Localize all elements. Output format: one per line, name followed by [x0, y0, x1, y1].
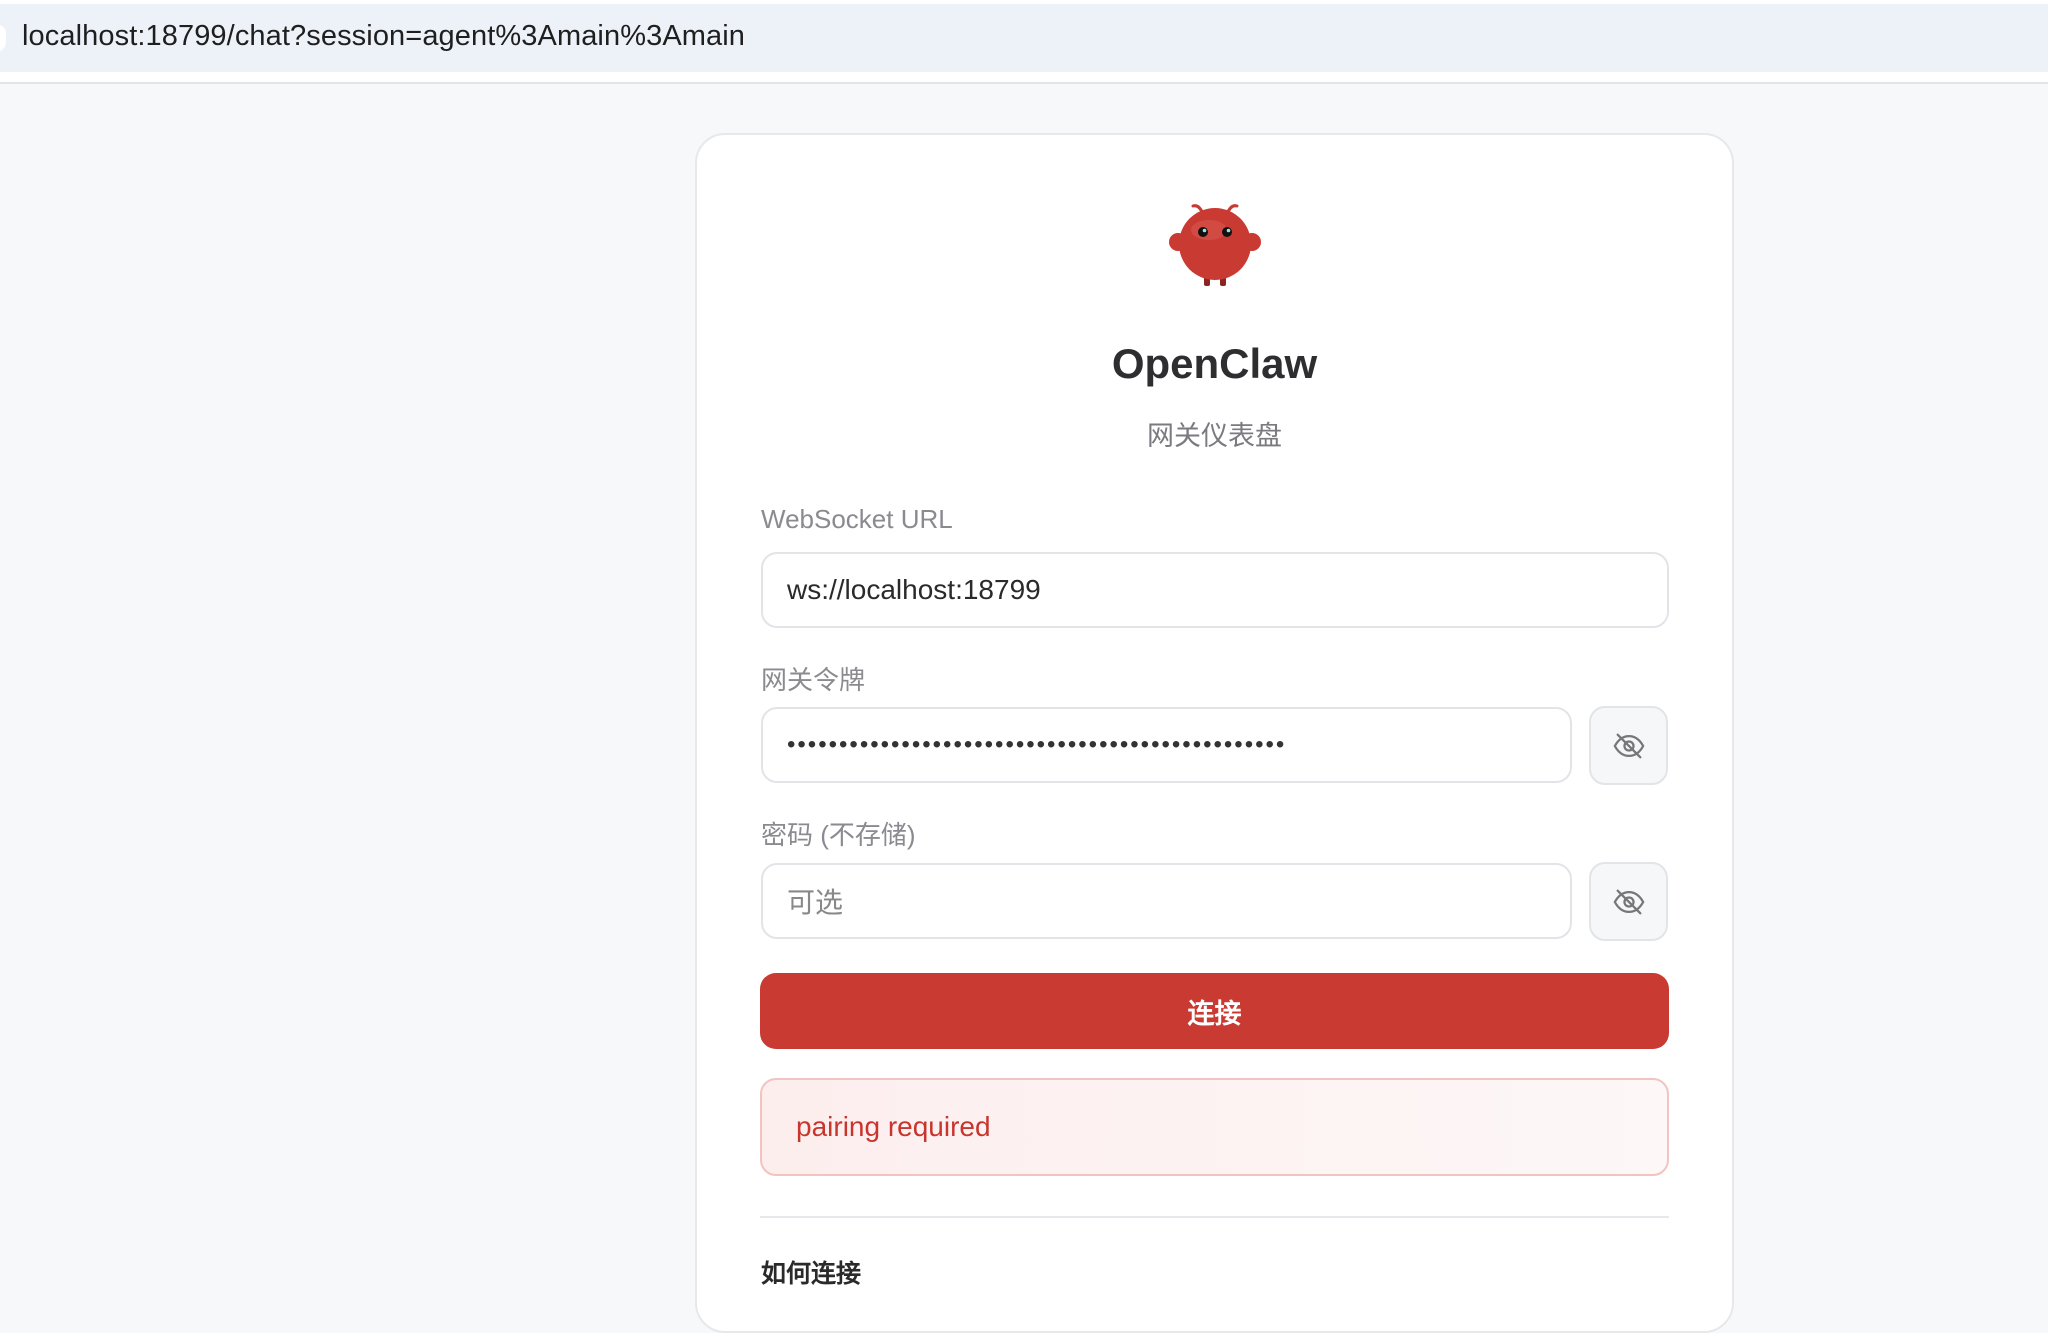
websocket-url-value: ws://localhost:18799	[787, 574, 1041, 605]
gateway-token-input[interactable]: ••••••••••••••••••••••••••••••••••••••••…	[761, 707, 1572, 783]
app-title: OpenClaw	[1111, 340, 1318, 387]
toggle-token-visibility-button[interactable]	[1589, 706, 1668, 785]
connect-button[interactable]: 连接	[760, 973, 1669, 1049]
websocket-url-input[interactable]: ws://localhost:18799	[761, 552, 1669, 628]
password-placeholder: 可选	[787, 887, 844, 918]
openclaw-logo-icon	[1169, 204, 1261, 286]
websocket-url-label: WebSocket URL	[761, 504, 953, 534]
address-url[interactable]: localhost:18799/chat?session=agent%3Amai…	[22, 20, 745, 53]
error-message: pairing required	[796, 1111, 991, 1142]
password-label: 密码 (不存储)	[761, 820, 916, 850]
eye-off-icon	[1613, 889, 1644, 914]
password-input[interactable]: 可选	[761, 863, 1572, 939]
section-divider	[760, 1216, 1669, 1218]
app-subtitle: 网关仪表盘	[1147, 421, 1282, 451]
browser-address-bar: localhost:18799/chat?session=agent%3Amai…	[0, 0, 2048, 84]
error-alert: pairing required	[760, 1078, 1669, 1176]
how-to-connect-heading: 如何连接	[761, 1260, 862, 1288]
eye-off-icon	[1613, 733, 1644, 758]
gateway-token-masked-value: ••••••••••••••••••••••••••••••••••••••••…	[787, 731, 1287, 758]
gateway-token-label: 网关令牌	[761, 665, 866, 695]
toggle-password-visibility-button[interactable]	[1589, 862, 1668, 941]
